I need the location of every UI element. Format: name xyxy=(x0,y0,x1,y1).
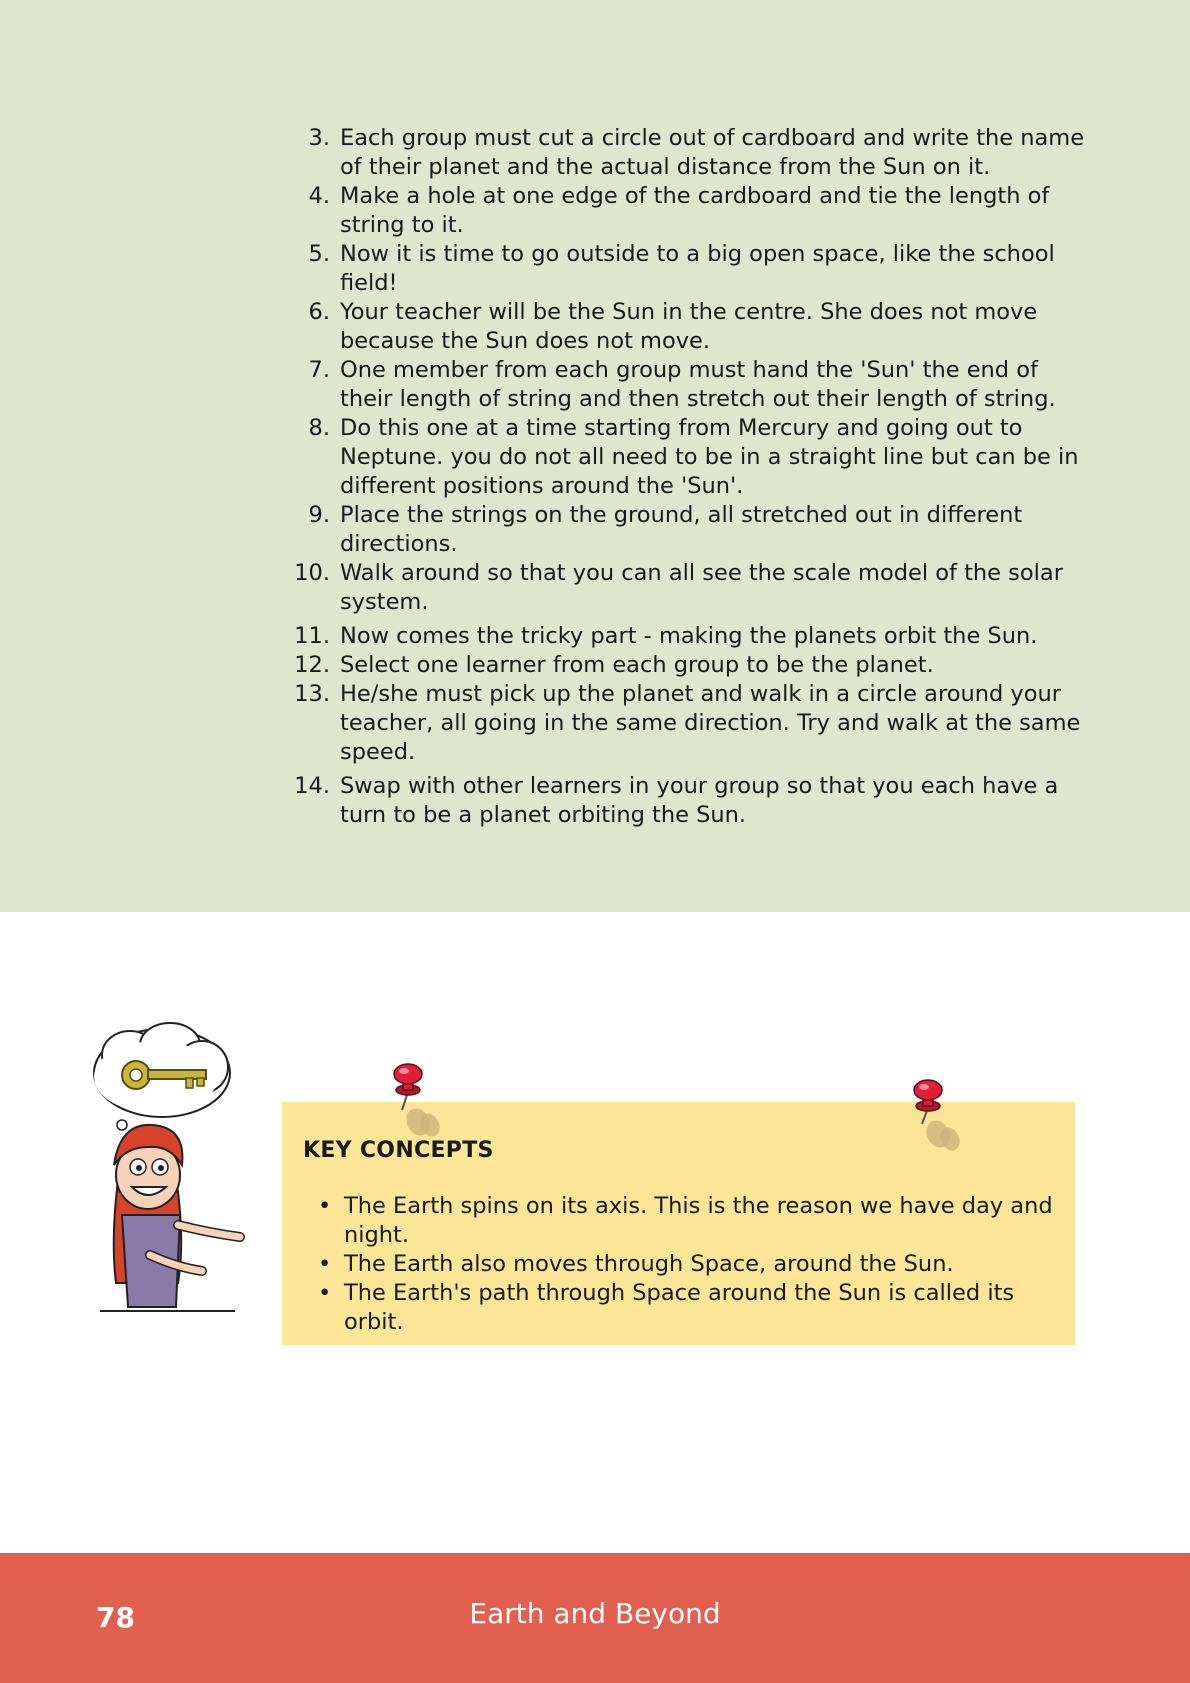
step-item: 13. He/she must pick up the planet and wa… xyxy=(290,680,1090,767)
character-icon xyxy=(100,1123,245,1312)
step-item: 5. Now it is time to go outside to a big … xyxy=(290,240,1090,298)
step-item: 7. One member from each group must hand t… xyxy=(290,356,1090,414)
chapter-title: Earth and Beyond xyxy=(469,1597,721,1630)
step-number: 6. xyxy=(308,299,330,325)
page-footer: 78 Earth and Beyond xyxy=(0,1553,1190,1683)
pushpin-icon xyxy=(913,1079,960,1151)
step-number: 4. xyxy=(308,183,330,209)
step-text: Make a hole at one edge of the cardboard… xyxy=(340,183,1050,238)
bullet-icon: • xyxy=(318,1280,332,1306)
step-text: Each group must cut a circle out of card… xyxy=(340,125,1085,180)
concept-item: • The Earth also moves through Space, aro… xyxy=(318,1250,1058,1279)
step-text: One member from each group must hand the… xyxy=(340,357,1056,412)
step-number: 14. xyxy=(294,773,330,799)
step-number: 9. xyxy=(308,502,330,528)
step-number: 3. xyxy=(308,125,330,151)
step-number: 11. xyxy=(294,623,330,649)
concept-text: The Earth's path through Space around th… xyxy=(344,1280,1015,1335)
bullet-icon: • xyxy=(318,1251,332,1277)
key-concepts-list: • The Earth spins on its axis. This is th… xyxy=(318,1192,1058,1337)
step-number: 10. xyxy=(294,560,330,586)
step-text: Do this one at a time starting from Merc… xyxy=(340,415,1079,499)
step-number: 13. xyxy=(294,681,330,707)
step-item: 6. Your teacher will be the Sun in the ce… xyxy=(290,298,1090,356)
step-text: Your teacher will be the Sun in the cent… xyxy=(340,299,1038,354)
key-concepts-title: KEY CONCEPTS xyxy=(303,1138,494,1163)
step-item: 9. Place the strings on the ground, all s… xyxy=(290,501,1090,559)
step-text: Select one learner from each group to be… xyxy=(340,652,934,678)
step-item: 4. Make a hole at one edge of the cardboa… xyxy=(290,182,1090,240)
teacher-mascot-illustration xyxy=(93,1022,245,1312)
step-number: 5. xyxy=(308,241,330,267)
step-number: 7. xyxy=(308,357,330,383)
step-item: 3. Each group must cut a circle out of ca… xyxy=(290,124,1090,182)
concept-text: The Earth spins on its axis. This is the… xyxy=(344,1193,1053,1248)
step-text: Place the strings on the ground, all str… xyxy=(340,502,1023,557)
step-item: 11. Now comes the tricky part - making th… xyxy=(290,622,1090,651)
bullet-icon: • xyxy=(318,1193,332,1219)
step-number: 8. xyxy=(308,415,330,441)
concept-item: • The Earth spins on its axis. This is th… xyxy=(318,1192,1058,1250)
step-text: Walk around so that you can all see the … xyxy=(340,560,1063,615)
step-item: 12. Select one learner from each group to… xyxy=(290,651,1090,680)
step-number: 12. xyxy=(294,652,330,678)
step-item: 14. Swap with other learners in your grou… xyxy=(290,772,1090,830)
activity-panel: 3. Each group must cut a circle out of ca… xyxy=(0,0,1190,912)
activity-steps-list: 3. Each group must cut a circle out of ca… xyxy=(290,124,1090,830)
step-item: 10. Walk around so that you can all see t… xyxy=(290,559,1090,617)
step-text: Swap with other learners in your group s… xyxy=(340,773,1059,828)
step-text: Now it is time to go outside to a big op… xyxy=(340,241,1055,296)
step-text: Now comes the tricky part - making the p… xyxy=(340,623,1038,649)
step-text: He/she must pick up the planet and walk … xyxy=(340,681,1081,765)
step-item: 8. Do this one at a time starting from Me… xyxy=(290,414,1090,501)
concept-text: The Earth also moves through Space, arou… xyxy=(344,1251,954,1277)
pushpin-icon xyxy=(393,1063,440,1137)
concept-item: • The Earth's path through Space around t… xyxy=(318,1279,1058,1337)
